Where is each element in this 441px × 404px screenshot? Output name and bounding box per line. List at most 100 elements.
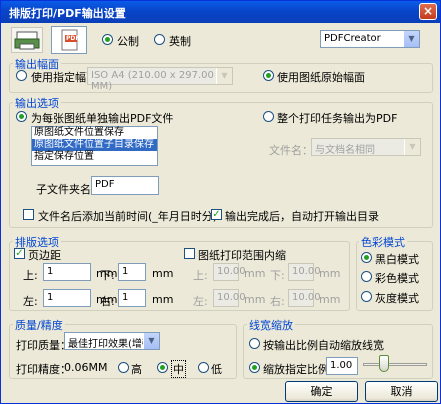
inner-top-input[interactable]: 10.00 (213, 263, 246, 281)
open-dir-label: 输出完成后，自动打开输出目录 (225, 210, 379, 223)
margin-bottom-label: 下: (100, 269, 115, 282)
unit-imperial-label: 英制 (169, 35, 191, 48)
gray-mode-radio[interactable] (361, 291, 372, 302)
margin-left-value: 1 (47, 292, 54, 303)
margin-right-input[interactable]: 1 (118, 289, 146, 307)
margin-top-value: 1 (47, 266, 54, 277)
inner-left-input[interactable]: 10.00 (213, 289, 246, 307)
inner-top-unit: mm (244, 267, 266, 280)
inner-bottom-input[interactable]: 10.00 (288, 263, 321, 281)
dialog-window: 排版打印/PDF输出设置 × PDF 公制 英制 PDFCreator ▼ 输出… (0, 0, 441, 404)
inner-left-value: 10.00 (217, 292, 246, 303)
margin-right-label: 右: (100, 295, 115, 308)
inner-left-unit: mm (244, 293, 266, 306)
pdf-mode-icon[interactable]: PDF (51, 26, 87, 54)
list-item[interactable]: 原图纸文件位置保存 (32, 127, 157, 139)
unit-imperial-radio[interactable] (154, 34, 165, 45)
scale-slider[interactable] (363, 354, 427, 374)
margin-checkbox[interactable]: ✓ (14, 248, 25, 259)
filename-select[interactable]: 与文档名相同 ▼ (311, 138, 421, 156)
precision-label: 打印精度： (16, 363, 71, 376)
inner-top-value: 10.00 (217, 266, 246, 277)
scale-value: 1.00 (330, 360, 353, 371)
margin-right-value: 1 (122, 292, 129, 303)
per-sheet-radio[interactable] (16, 111, 27, 122)
chevron-down-icon[interactable]: ▼ (143, 333, 159, 349)
quality-title: 质量/精度 (13, 317, 65, 333)
chevron-down-icon[interactable]: ▼ (403, 31, 419, 47)
inner-bottom-unit: mm (319, 267, 341, 280)
inner-right-input[interactable]: 10.00 (288, 289, 321, 307)
per-sheet-label: 为每张图纸单独输出PDF文件 (31, 112, 174, 125)
margin-left-label: 左: (23, 295, 38, 308)
close-button[interactable]: × (419, 3, 437, 20)
margin-label: 页边距 (28, 249, 61, 262)
whole-job-radio[interactable] (263, 111, 274, 122)
slider-thumb[interactable] (379, 355, 389, 372)
precision-value: 0.06MM (64, 361, 108, 374)
margin-bottom-value: 1 (122, 266, 129, 277)
inner-right-value: 10.00 (292, 292, 321, 303)
use-specified-size-radio[interactable] (16, 70, 27, 81)
pdf-icon-label: PDF (66, 35, 80, 42)
inner-right-label: 右: (270, 295, 285, 308)
margin-top-label: 上: (23, 269, 38, 282)
bw-mode-radio[interactable] (361, 252, 372, 263)
ok-button[interactable]: 确定 (285, 381, 358, 402)
specified-scale-label: 缩放指定比例 (263, 363, 329, 376)
gray-mode-label: 灰度模式 (375, 292, 419, 305)
inner-shrink-checkbox[interactable] (184, 248, 195, 259)
precision-high-label: 高 (131, 363, 142, 376)
inner-top-label: 上: (193, 269, 208, 282)
line-width-title: 线宽缩放 (247, 317, 295, 333)
save-location-list[interactable]: 原图纸文件位置保存 原图纸文件位置子目录保存 指定保存位置 (31, 126, 158, 166)
print-quality-select[interactable]: 最佳打印效果(增强) ▼ (64, 332, 160, 350)
precision-mid-radio[interactable] (157, 362, 168, 373)
open-dir-checkbox[interactable]: ✓ (211, 209, 222, 220)
color-mode-title: 色彩模式 (359, 234, 407, 250)
list-item[interactable]: 原图纸文件位置子目录保存 (32, 139, 157, 151)
specified-scale-radio[interactable] (249, 362, 260, 373)
subfolder-value: PDF (95, 179, 115, 190)
append-time-label: 文件名后添加当前时间(_年月日时分) (38, 210, 218, 223)
printer-mode-icon[interactable] (11, 27, 43, 53)
title-bar[interactable]: 排版打印/PDF输出设置 × (1, 1, 440, 23)
printer-select[interactable]: PDFCreator ▼ (320, 30, 420, 48)
inner-bottom-label: 下: (270, 269, 285, 282)
color-mode-label: 彩色模式 (375, 272, 419, 285)
precision-low-label: 低 (211, 363, 222, 376)
margin-right-unit: mm (152, 293, 174, 306)
chevron-down-icon[interactable]: ▼ (404, 139, 420, 155)
subfolder-label: 子文件夹名: (36, 183, 95, 196)
subfolder-input[interactable]: PDF (91, 176, 159, 195)
cancel-button[interactable]: 取消 (365, 381, 438, 402)
paper-size-select[interactable]: ISO A4 (210.00 x 297.00 MM) ▼ (87, 67, 233, 92)
inner-bottom-value: 10.00 (292, 266, 321, 277)
precision-high-radio[interactable] (118, 362, 129, 373)
filename-label: 文件名： (269, 144, 313, 157)
unit-metric-label: 公制 (117, 35, 139, 48)
margin-bottom-unit: mm (152, 267, 174, 280)
dialog-title: 排版打印/PDF输出设置 (9, 7, 126, 20)
list-item[interactable]: 指定保存位置 (32, 151, 157, 163)
bw-mode-label: 黑白模式 (375, 253, 419, 266)
chevron-down-icon[interactable]: ▼ (216, 68, 232, 84)
filename-value: 与文档名相同 (315, 145, 375, 156)
inner-right-unit: mm (319, 293, 341, 306)
margin-top-input[interactable]: 1 (43, 263, 91, 281)
use-original-size-radio[interactable] (263, 70, 274, 81)
color-mode-radio[interactable] (361, 271, 372, 282)
precision-mid-label: 中 (171, 360, 186, 378)
unit-metric-radio[interactable] (102, 34, 113, 45)
margin-left-input[interactable]: 1 (43, 289, 91, 307)
output-options-title: 输出选项 (13, 95, 61, 111)
append-time-checkbox[interactable] (23, 209, 34, 220)
slider-track (363, 363, 427, 366)
scale-value-input[interactable]: 1.00 (326, 357, 358, 375)
auto-scale-radio[interactable] (249, 338, 260, 349)
auto-scale-label: 按输出比例自动缩放线宽 (263, 339, 384, 352)
printer-value: PDFCreator (324, 33, 381, 44)
margin-bottom-input[interactable]: 1 (118, 263, 146, 281)
inner-left-label: 左: (193, 295, 208, 308)
precision-low-radio[interactable] (198, 362, 209, 373)
